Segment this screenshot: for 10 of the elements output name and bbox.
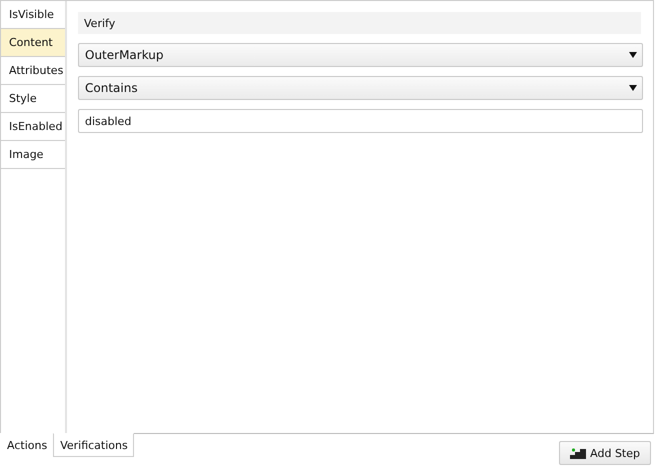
dropdown[interactable]: Contains [78,76,643,100]
dropdown[interactable]: OuterMarkup [78,43,643,67]
caret-icon [629,52,637,58]
side-tab[interactable]: Content [1,29,65,57]
stairs-plus-icon [570,447,586,459]
section-header: Verify [78,12,641,34]
caret-icon [629,85,637,91]
bottom-tab[interactable]: Verifications [53,433,134,457]
text-field[interactable]: disabled [78,109,643,133]
add-step-button[interactable]: Add Step [559,441,651,465]
